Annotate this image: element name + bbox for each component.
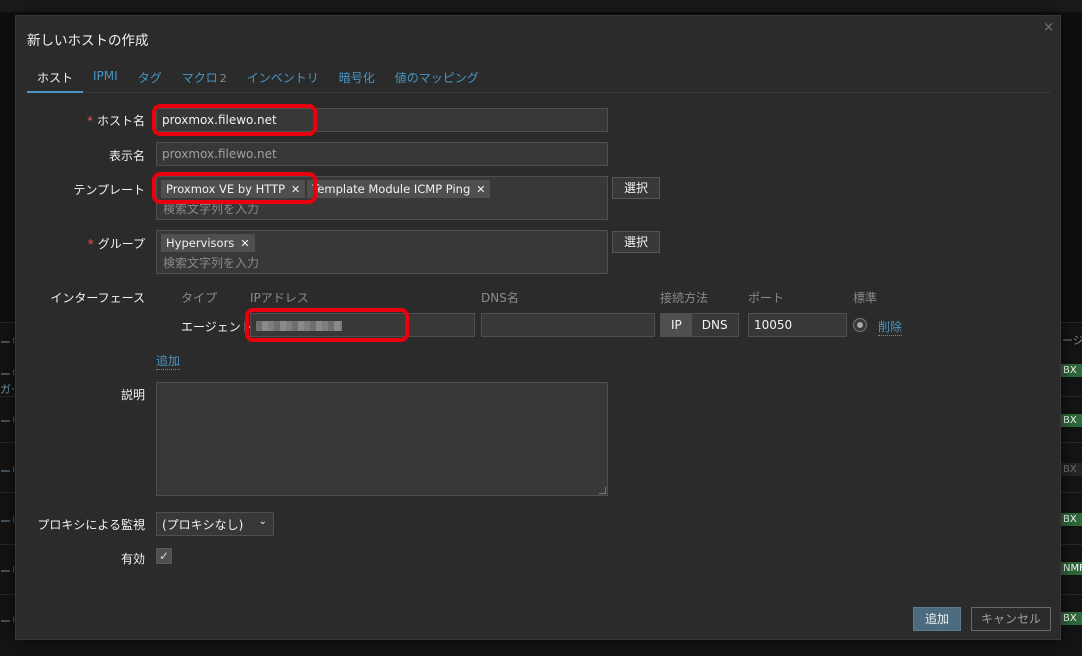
- bg-column-header: ージ: [1062, 334, 1082, 347]
- bg-row-text: ーリ: [0, 368, 14, 381]
- templates-multiselect[interactable]: Proxmox VE by HTTP ✕ Template Module ICMP…: [156, 176, 608, 220]
- groups-label-text: グループ: [97, 237, 145, 251]
- description-label: 説明: [120, 388, 145, 402]
- groups-multiselect[interactable]: Hypervisors ✕ 検索文字列を入力: [156, 230, 608, 274]
- col-ip-address: IPアドレス: [250, 291, 309, 305]
- bg-status-badge: BX: [1060, 463, 1082, 476]
- tab-label: マクロ: [181, 71, 218, 85]
- hostname-input[interactable]: proxmox.filewo.net: [156, 108, 608, 132]
- proxy-select[interactable]: (プロキシなし) ⌄: [156, 512, 274, 536]
- remove-chip-icon[interactable]: ✕: [476, 183, 485, 196]
- interface-dns-input[interactable]: [481, 313, 655, 337]
- create-host-dialog: 新しいホストの作成 × ホスト IPMI タグ マクロ 2 インベントリ 暗号化 …: [15, 15, 1061, 640]
- tab-tags[interactable]: タグ: [128, 65, 172, 93]
- hostname-label-text: ホスト名: [96, 114, 145, 128]
- required-mark: *: [87, 237, 94, 251]
- template-chip: Proxmox VE by HTTP ✕: [161, 180, 306, 198]
- template-chip: Template Module ICMP Ping ✕: [307, 180, 491, 198]
- interface-ip-input[interactable]: [250, 313, 475, 337]
- bg-status-badge: BX: [1060, 612, 1082, 625]
- connect-dns-option[interactable]: DNS: [691, 314, 738, 336]
- remove-chip-icon[interactable]: ✕: [291, 183, 300, 196]
- remove-chip-icon[interactable]: ✕: [240, 237, 249, 250]
- bg-row-text: ーリ: [0, 415, 14, 428]
- group-chip-list: Hypervisors ✕: [161, 234, 603, 252]
- hostname-label: * ホスト名: [87, 112, 145, 129]
- col-dns-name: DNS名: [481, 291, 519, 305]
- add-button[interactable]: 追加: [913, 607, 961, 631]
- add-interface-link[interactable]: 追加: [156, 352, 181, 370]
- visible-name-input[interactable]: proxmox.filewo.net: [156, 142, 608, 166]
- cancel-button[interactable]: キャンセル: [971, 607, 1051, 631]
- enabled-checkbox[interactable]: ✓: [156, 548, 172, 564]
- bg-status-badge: BX: [1060, 364, 1082, 377]
- connect-to-toggle: IP DNS: [660, 313, 739, 337]
- enabled-label: 有効: [120, 552, 145, 566]
- description-textarea[interactable]: [156, 382, 608, 496]
- tab-count-badge: 2: [219, 72, 227, 85]
- col-port: ポート: [748, 291, 785, 305]
- interface-type-label: エージェント: [181, 320, 253, 334]
- bg-row-text: ーリ: [0, 565, 14, 578]
- group-chip: Hypervisors ✕: [161, 234, 255, 252]
- bg-status-badge: BX: [1060, 513, 1082, 526]
- template-search-input[interactable]: 検索文字列を入力: [161, 200, 603, 217]
- background-topbar: [0, 0, 1082, 12]
- col-type: タイプ: [181, 291, 218, 305]
- group-search-input[interactable]: 検索文字列を入力: [161, 254, 603, 271]
- bg-row-text: ーリ: [0, 336, 14, 349]
- tab-label: IPMI: [93, 69, 118, 83]
- connect-ip-option[interactable]: IP: [661, 314, 692, 336]
- bg-status-badge: NMF: [1060, 562, 1082, 575]
- interfaces-label: インターフェース: [50, 291, 145, 305]
- redacted-ip: [256, 320, 342, 331]
- remove-interface-link[interactable]: 削除: [878, 318, 903, 336]
- resize-handle[interactable]: [599, 487, 606, 494]
- bg-row-text: ーリ: [0, 615, 14, 628]
- tab-value-mapping[interactable]: 値のマッピング: [385, 65, 489, 93]
- tab-label: インベントリ: [246, 71, 319, 85]
- bg-row-text: ーリ: [0, 465, 14, 478]
- tab-inventory[interactable]: インベントリ: [237, 65, 329, 93]
- group-select-button[interactable]: 選択: [612, 231, 660, 253]
- proxy-selected-value: (プロキシなし): [162, 518, 244, 532]
- chip-label: Hypervisors: [166, 236, 235, 250]
- default-interface-radio[interactable]: [853, 318, 867, 332]
- templates-label: テンプレート: [73, 183, 145, 197]
- required-mark: *: [86, 114, 93, 128]
- template-select-button[interactable]: 選択: [612, 177, 660, 199]
- tab-host[interactable]: ホスト: [27, 65, 84, 93]
- check-icon: ✓: [158, 549, 170, 563]
- proxy-label: プロキシによる監視: [37, 518, 145, 532]
- tab-label: ホスト: [37, 71, 74, 85]
- tab-label: 値のマッピング: [394, 71, 479, 85]
- interface-port-input[interactable]: 10050: [748, 313, 847, 337]
- close-icon[interactable]: ×: [1043, 20, 1054, 35]
- bg-row-text: ガー: [0, 383, 14, 396]
- visible-name-label: 表示名: [108, 149, 145, 163]
- tab-bar: ホスト IPMI タグ マクロ 2 インベントリ 暗号化 値のマッピング: [27, 65, 1051, 93]
- bg-status-badge: BX: [1060, 414, 1082, 427]
- tab-encryption[interactable]: 暗号化: [329, 65, 385, 93]
- template-chip-list: Proxmox VE by HTTP ✕ Template Module ICMP…: [161, 180, 603, 198]
- groups-label: * グループ: [88, 235, 145, 252]
- chip-label: Proxmox VE by HTTP: [166, 182, 286, 196]
- dialog-title: 新しいホストの作成: [27, 33, 149, 49]
- col-default: 標準: [853, 291, 878, 305]
- bg-row-text: ーリ: [0, 515, 14, 528]
- tab-macros[interactable]: マクロ 2: [172, 65, 237, 93]
- chevron-down-icon: ⌄: [258, 516, 267, 527]
- chip-label: Template Module ICMP Ping: [312, 182, 471, 196]
- tab-ipmi[interactable]: IPMI: [83, 65, 128, 93]
- tab-label: 暗号化: [338, 71, 375, 85]
- col-connect-to: 接続方法: [660, 291, 709, 305]
- tab-label: タグ: [137, 71, 162, 85]
